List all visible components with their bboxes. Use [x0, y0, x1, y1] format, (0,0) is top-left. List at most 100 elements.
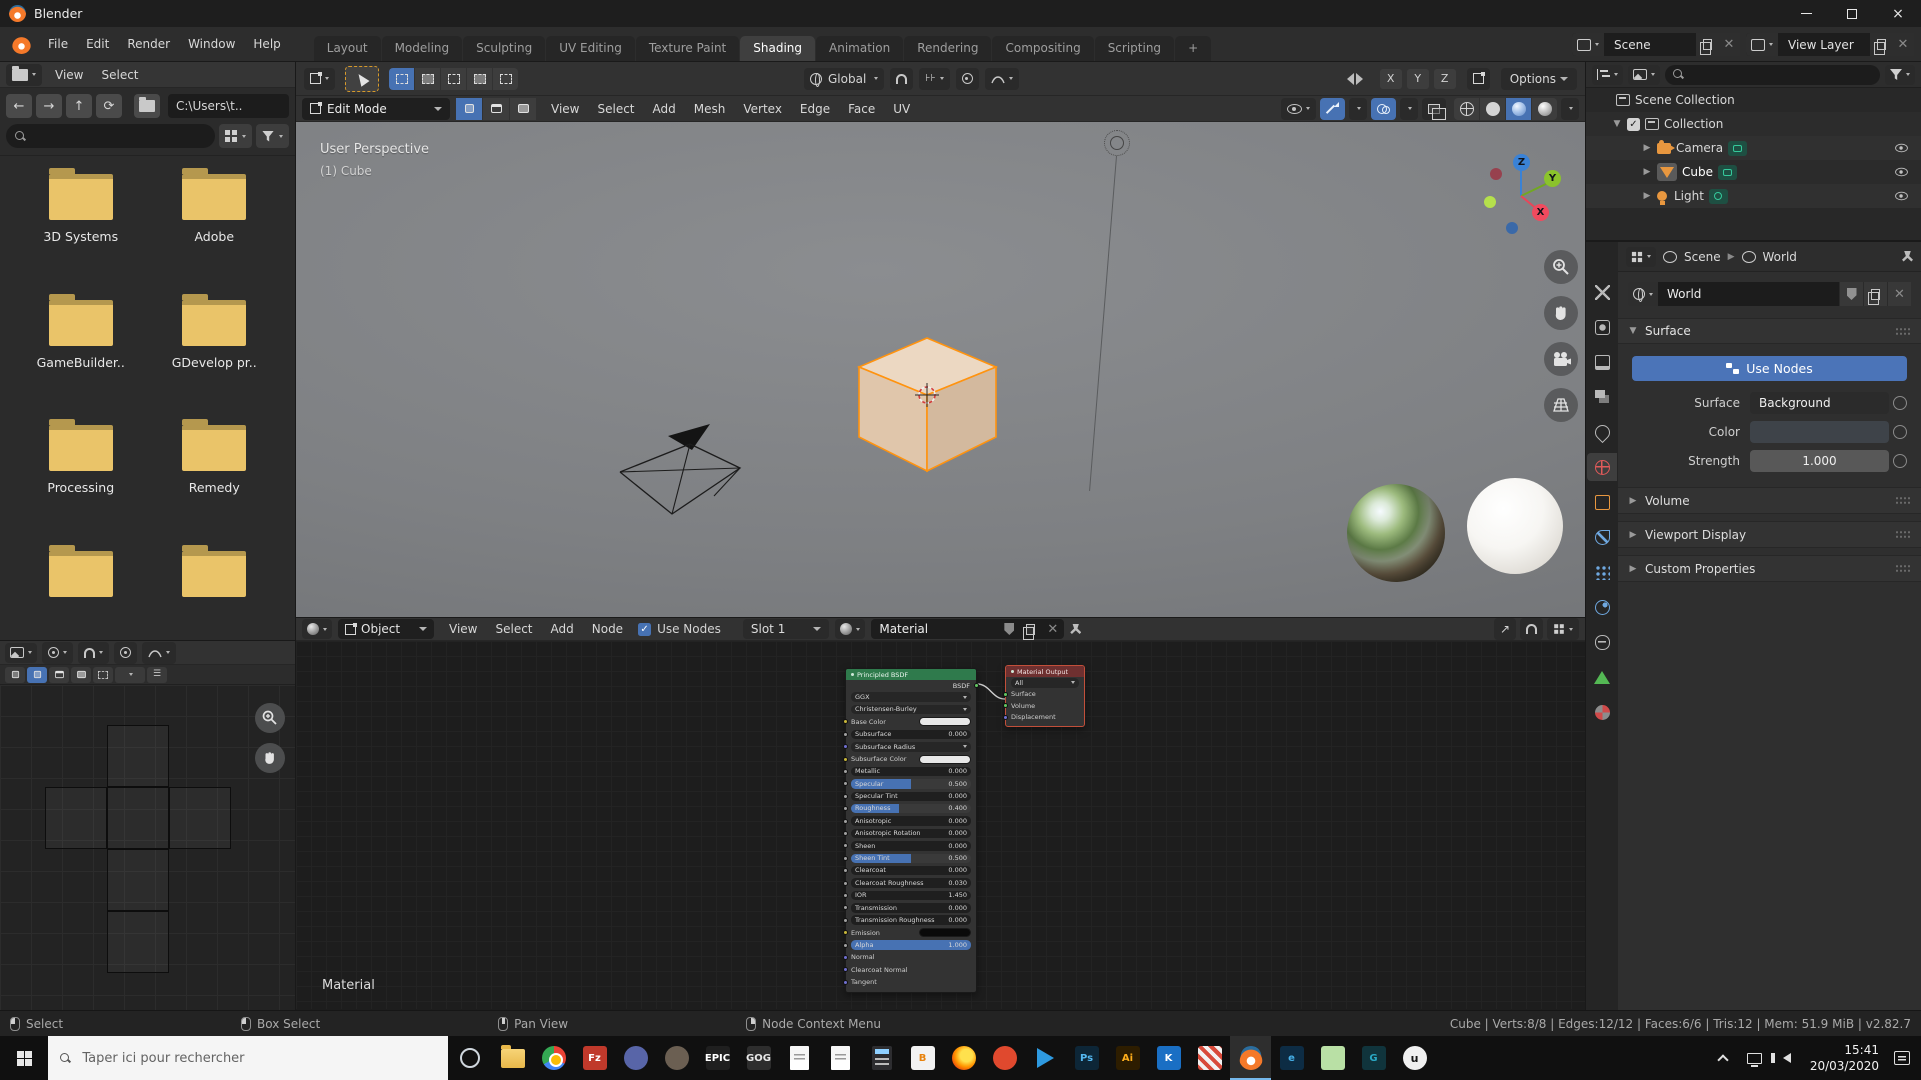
breadcrumb-scene[interactable]: Scene: [1684, 250, 1721, 264]
network-icon[interactable]: [1746, 1049, 1764, 1067]
overlays-dropdown[interactable]: [1400, 98, 1418, 120]
uv-proportional-button[interactable]: [114, 642, 137, 664]
surface-input-socket[interactable]: [1003, 692, 1008, 697]
properties-type-dropdown[interactable]: [1626, 247, 1656, 267]
uv-falloff-dropdown[interactable]: [142, 642, 176, 664]
surface-panel-header[interactable]: ▼ Surface: [1618, 318, 1921, 344]
mode-dropdown[interactable]: Edit Mode: [302, 98, 450, 120]
uv-snap-dropdown[interactable]: [78, 642, 109, 664]
uv-sticky-dropdown[interactable]: [115, 667, 145, 683]
input-socket[interactable]: [843, 781, 848, 786]
uv-edge-select-button[interactable]: [49, 667, 69, 683]
principled-bsdf-node[interactable]: Principled BSDF BSDF GGXChristensen-Burl…: [845, 668, 977, 993]
menu-face[interactable]: Face: [839, 97, 884, 121]
select-mode-subtract[interactable]: [441, 68, 466, 90]
notepad-icon[interactable]: [779, 1036, 820, 1080]
node-canvas[interactable]: Principled BSDF BSDF GGXChristensen-Burl…: [296, 641, 1585, 1009]
output-target-dropdown[interactable]: All: [1011, 678, 1079, 688]
input-socket[interactable]: [843, 943, 848, 948]
menu-node[interactable]: Node: [583, 617, 632, 641]
workspace-tab-compositing[interactable]: Compositing: [992, 36, 1093, 61]
folder-item[interactable]: 3D Systems: [14, 174, 148, 274]
menu-window[interactable]: Window: [179, 32, 244, 56]
use-nodes-checkbox[interactable]: ✓: [638, 623, 651, 636]
outliner-search-input[interactable]: [1665, 65, 1880, 85]
input-socket[interactable]: [843, 744, 848, 749]
properties-tab-tool[interactable]: [1587, 278, 1617, 306]
workspace-tab-add[interactable]: +: [1175, 36, 1211, 61]
color-swatch[interactable]: [919, 755, 971, 764]
uv-editor-type-dropdown[interactable]: [5, 643, 37, 663]
properties-tab-particles[interactable]: [1587, 558, 1617, 586]
properties-tab-material[interactable]: [1587, 698, 1617, 726]
workspace-tab-texture-paint[interactable]: Texture Paint: [636, 36, 739, 61]
gizmo-y-axis[interactable]: Y: [1544, 170, 1561, 187]
uv-vertex-select-button[interactable]: [27, 667, 47, 683]
show-overlays-button[interactable]: [1371, 98, 1396, 120]
face-select-button[interactable]: [510, 98, 536, 120]
illustrator-icon[interactable]: Ai: [1107, 1036, 1148, 1080]
node-field-transmission[interactable]: Transmission0.000: [851, 903, 971, 913]
menu-view[interactable]: View: [440, 617, 486, 641]
mirror-y-toggle[interactable]: Y: [1407, 69, 1429, 89]
shading-solid-button[interactable]: [1480, 98, 1505, 120]
outliner-row-scene-collection[interactable]: Scene Collection: [1586, 88, 1921, 112]
remove-view-layer-button[interactable]: ✕: [1892, 33, 1914, 56]
properties-tab-constraints[interactable]: [1587, 628, 1617, 656]
disclosure-triangle[interactable]: ▶: [1642, 191, 1652, 201]
animate-dot[interactable]: [1893, 396, 1907, 410]
outliner-type-dropdown[interactable]: [1592, 65, 1623, 85]
cortana-button[interactable]: [448, 1036, 492, 1080]
zoom-button[interactable]: [1544, 250, 1578, 284]
toggle-xray-button[interactable]: [1422, 98, 1446, 120]
input-socket[interactable]: [843, 868, 848, 873]
uv-island-select-button[interactable]: [93, 667, 113, 683]
uv-canvas[interactable]: [0, 685, 295, 1011]
edge-icon[interactable]: e: [1271, 1036, 1312, 1080]
vertex-select-button[interactable]: [456, 98, 482, 120]
taskbar-clock[interactable]: 15:41 20/03/2020: [1810, 1042, 1879, 1074]
discord-icon[interactable]: [615, 1036, 656, 1080]
search-input[interactable]: [80, 1050, 436, 1067]
create-folder-button[interactable]: [134, 94, 160, 118]
node-field-specular-tint[interactable]: Specular Tint0.000: [851, 792, 971, 802]
menu-vertex[interactable]: Vertex: [734, 97, 791, 121]
navigation-gizmo[interactable]: Z Y X: [1476, 148, 1566, 238]
node-slider-specular[interactable]: Specular0.500: [851, 779, 971, 789]
disclosure-triangle[interactable]: ▶: [1642, 167, 1652, 177]
node-field-metallic[interactable]: Metallic0.000: [851, 767, 971, 777]
node-slider-roughness[interactable]: Roughness0.400: [851, 804, 971, 814]
folder-item[interactable]: [14, 551, 148, 605]
menu-select[interactable]: Select: [588, 97, 643, 121]
cube-object[interactable]: [857, 337, 999, 473]
bsdf-output-socket[interactable]: [974, 683, 979, 688]
taskbar-search[interactable]: [48, 1036, 448, 1080]
scene-selector[interactable]: Scene ✕: [1572, 33, 1740, 56]
menu-mesh[interactable]: Mesh: [685, 97, 735, 121]
proportional-edit-button[interactable]: [956, 68, 979, 90]
calculator-icon[interactable]: [861, 1036, 902, 1080]
transform-orientation-dropdown[interactable]: Global: [804, 68, 884, 90]
filter-button[interactable]: [256, 124, 289, 148]
select-mode-new[interactable]: [389, 68, 414, 90]
input-socket[interactable]: [843, 856, 848, 861]
gizmo-dropdown[interactable]: [1349, 98, 1367, 120]
material-output-node[interactable]: Material Output All Surface Volume Displ…: [1005, 665, 1085, 727]
document-icon[interactable]: [820, 1036, 861, 1080]
firefox-icon[interactable]: [943, 1036, 984, 1080]
input-socket[interactable]: [843, 831, 848, 836]
orange-circle-app-icon[interactable]: [984, 1036, 1025, 1080]
disclosure-triangle[interactable]: ▶: [1642, 143, 1652, 153]
custom-properties-panel-header[interactable]: ▶Custom Properties: [1618, 555, 1921, 582]
volume-input-socket[interactable]: [1003, 703, 1008, 708]
unlink-scene-button[interactable]: ✕: [1718, 33, 1740, 56]
menu-view[interactable]: View: [46, 63, 92, 87]
active-tool-select-box[interactable]: [345, 66, 379, 92]
menu-help[interactable]: Help: [244, 32, 289, 56]
input-socket[interactable]: [843, 794, 848, 799]
back-button[interactable]: ←: [6, 94, 32, 118]
workspace-tab-modeling[interactable]: Modeling: [382, 36, 463, 61]
folder-item[interactable]: Remedy: [148, 425, 282, 525]
pin-icon[interactable]: [1902, 251, 1913, 262]
world-name-field[interactable]: World: [1658, 282, 1839, 306]
